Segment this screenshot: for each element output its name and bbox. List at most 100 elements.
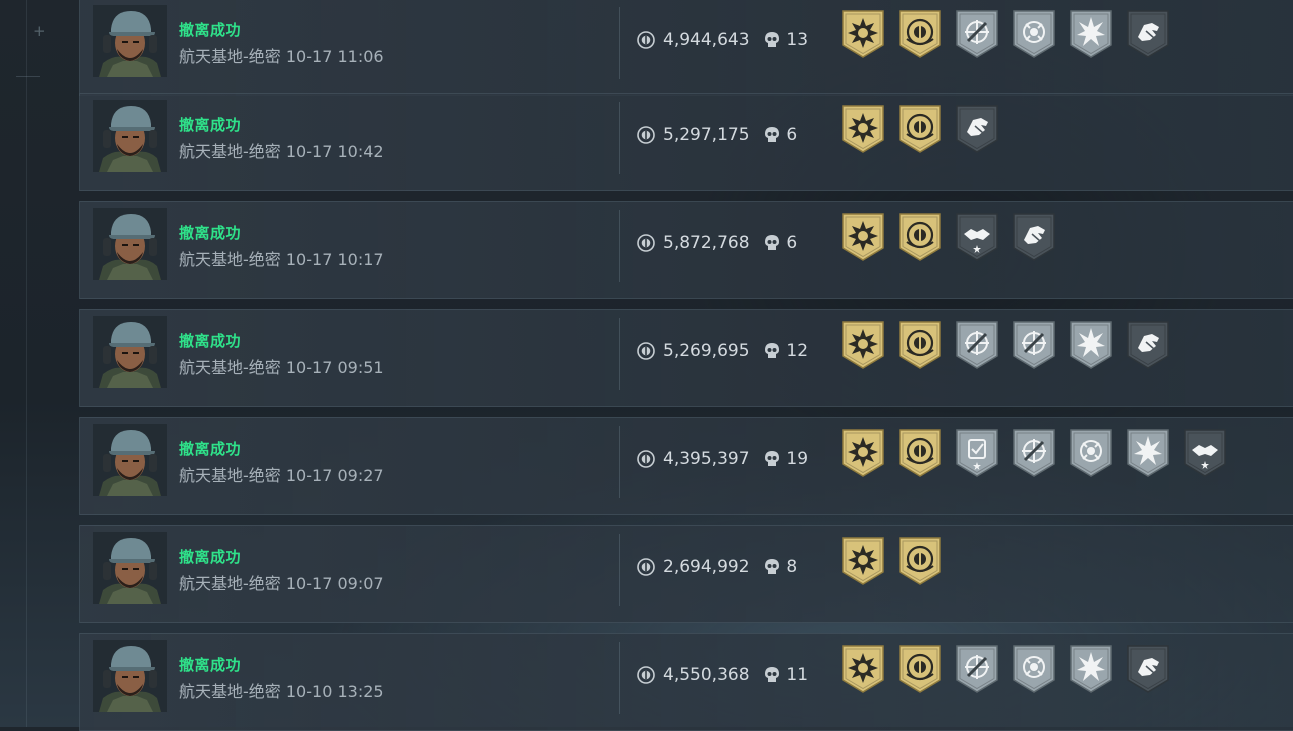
gold-emblem-badge-icon[interactable] (898, 104, 942, 154)
match-record-row[interactable]: 撤离成功 航天基地-绝密 10-17 10:17 5,872,768 6 (79, 201, 1293, 299)
extraction-status: 撤离成功 (179, 224, 242, 242)
match-record-row[interactable]: 撤离成功 航天基地-绝密 10-17 11:06 4,944,643 13 (79, 0, 1293, 96)
row-divider (619, 102, 620, 174)
map-and-time: 航天基地-绝密 10-10 13:25 (179, 678, 384, 702)
gold-emblem-badge-icon[interactable] (898, 9, 942, 59)
match-record-row[interactable]: 撤离成功 航天基地-绝密 10-17 09:51 5,269,695 12 (79, 309, 1293, 407)
extraction-status: 撤离成功 (179, 332, 242, 350)
silver-reticle-badge-icon[interactable] (1012, 644, 1056, 694)
match-time: 10-17 09:27 (285, 466, 384, 485)
gold-sun-badge-icon[interactable] (841, 212, 885, 262)
extraction-status: 撤离成功 (179, 548, 242, 566)
operator-avatar (93, 5, 167, 77)
dark-hand-badge-icon[interactable] (955, 104, 999, 154)
kill-count: 8 (786, 557, 798, 577)
kill-count: 19 (786, 449, 809, 469)
row-divider (619, 318, 620, 390)
map-name: 航天基地-绝密 (179, 142, 281, 161)
crosshair-marker-icon: + (33, 22, 46, 40)
dark-hand-badge-icon[interactable] (1126, 320, 1170, 370)
gold-sun-badge-icon[interactable] (841, 536, 885, 586)
silver-burst-badge-icon[interactable] (1126, 428, 1170, 478)
gold-emblem-badge-icon[interactable] (898, 320, 942, 370)
currency-coin-icon (637, 558, 655, 576)
kill-count: 11 (786, 665, 809, 685)
extracted-value: 5,872,768 (663, 233, 750, 253)
silver-reticle-badge-icon[interactable] (1069, 428, 1113, 478)
match-time: 10-17 10:17 (285, 250, 384, 269)
currency-coin-icon (637, 234, 655, 252)
operator-avatar (93, 424, 167, 496)
match-time: 10-17 11:06 (285, 47, 384, 66)
extracted-value: 5,297,175 (663, 125, 750, 145)
gold-sun-badge-icon[interactable] (841, 104, 885, 154)
dark-handshake-badge-icon[interactable] (1183, 428, 1227, 478)
map-and-time: 航天基地-绝密 10-17 09:51 (179, 354, 384, 378)
dark-hand-badge-icon[interactable] (1012, 212, 1056, 262)
currency-coin-icon (637, 342, 655, 360)
match-record-row[interactable]: 撤离成功 航天基地-绝密 10-10 13:25 4,550,368 11 (79, 633, 1293, 731)
match-time: 10-17 09:51 (285, 358, 384, 377)
gold-emblem-badge-icon[interactable] (898, 536, 942, 586)
operator-avatar (93, 100, 167, 172)
row-divider (619, 7, 620, 79)
extracted-value: 2,694,992 (663, 557, 750, 577)
map-and-time: 航天基地-绝密 10-17 10:17 (179, 246, 384, 270)
silver-crosshair-badge-icon[interactable] (955, 9, 999, 59)
extraction-status: 撤离成功 (179, 21, 242, 39)
match-time: 10-10 13:25 (285, 682, 384, 701)
silver-crosshair-badge-icon[interactable] (1012, 320, 1056, 370)
row-divider (619, 642, 620, 714)
gold-sun-badge-icon[interactable] (841, 644, 885, 694)
gold-sun-badge-icon[interactable] (841, 320, 885, 370)
silver-crosshair-badge-icon[interactable] (1012, 428, 1056, 478)
skull-icon (764, 31, 780, 49)
gold-emblem-badge-icon[interactable] (898, 428, 942, 478)
silver-burst-badge-icon[interactable] (1069, 9, 1113, 59)
gold-sun-badge-icon[interactable] (841, 9, 885, 59)
extracted-value: 4,395,397 (663, 449, 750, 469)
skull-icon (764, 558, 780, 576)
extracted-value: 4,550,368 (663, 665, 750, 685)
operator-avatar (93, 208, 167, 280)
silver-crosshair-badge-icon[interactable] (955, 644, 999, 694)
currency-coin-icon (637, 126, 655, 144)
currency-coin-icon (637, 666, 655, 684)
skull-icon (764, 126, 780, 144)
operator-avatar (93, 532, 167, 604)
sidebar-tick (16, 76, 40, 77)
silver-burst-badge-icon[interactable] (1069, 320, 1113, 370)
gold-sun-badge-icon[interactable] (841, 428, 885, 478)
dark-handshake-badge-icon[interactable] (955, 212, 999, 262)
dark-hand-badge-icon[interactable] (1126, 9, 1170, 59)
sidebar-divider-line (26, 0, 27, 727)
skull-icon (764, 450, 780, 468)
row-divider (619, 426, 620, 498)
map-name: 航天基地-绝密 (179, 574, 281, 593)
skull-icon (764, 234, 780, 252)
map-and-time: 航天基地-绝密 10-17 09:07 (179, 570, 384, 594)
silver-reticle-badge-icon[interactable] (1012, 9, 1056, 59)
map-name: 航天基地-绝密 (179, 682, 281, 701)
gold-emblem-badge-icon[interactable] (898, 212, 942, 262)
gold-emblem-badge-icon[interactable] (898, 644, 942, 694)
map-and-time: 航天基地-绝密 10-17 09:27 (179, 462, 384, 486)
match-record-row[interactable]: 撤离成功 航天基地-绝密 10-17 09:27 4,395,397 19 (79, 417, 1293, 515)
skull-icon (764, 342, 780, 360)
extraction-status: 撤离成功 (179, 116, 242, 134)
silver-clipboard-badge-icon[interactable] (955, 428, 999, 478)
map-and-time: 航天基地-绝密 10-17 11:06 (179, 43, 384, 67)
currency-coin-icon (637, 31, 655, 49)
skull-icon (764, 666, 780, 684)
silver-crosshair-badge-icon[interactable] (955, 320, 999, 370)
currency-coin-icon (637, 450, 655, 468)
match-time: 10-17 09:07 (285, 574, 384, 593)
map-name: 航天基地-绝密 (179, 466, 281, 485)
match-time: 10-17 10:42 (285, 142, 384, 161)
match-record-row[interactable]: 撤离成功 航天基地-绝密 10-17 09:07 2,694,992 8 (79, 525, 1293, 623)
row-divider (619, 534, 620, 606)
silver-burst-badge-icon[interactable] (1069, 644, 1113, 694)
match-record-row[interactable]: 撤离成功 航天基地-绝密 10-17 10:42 5,297,175 6 (79, 93, 1293, 191)
map-name: 航天基地-绝密 (179, 47, 281, 66)
dark-hand-badge-icon[interactable] (1126, 644, 1170, 694)
